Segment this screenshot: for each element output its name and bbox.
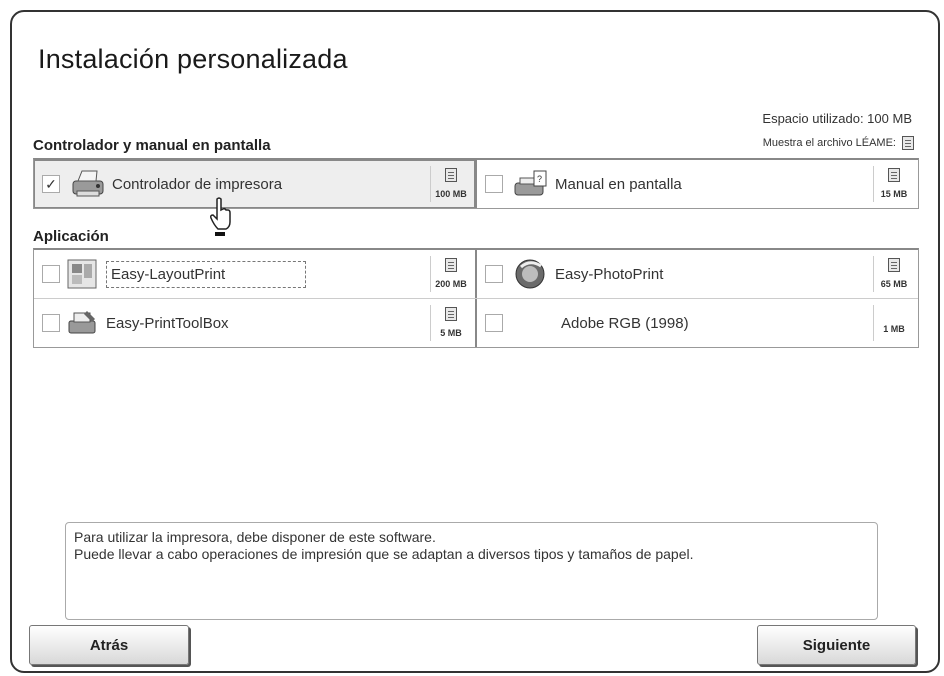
easy-photoprint-label: Easy-PhotoPrint xyxy=(555,265,664,283)
description-box: Para utilizar la impresora, debe dispone… xyxy=(65,522,878,620)
svg-text:?: ? xyxy=(537,174,542,184)
description-line-1: Para utilizar la impresora, debe dispone… xyxy=(74,529,436,545)
item-printer-driver[interactable]: ✓ Controlador de impresora 100 MB xyxy=(34,160,475,208)
photo-icon xyxy=(511,257,551,291)
readme-icon[interactable] xyxy=(445,258,457,272)
item-easy-layoutprint[interactable]: Easy-LayoutPrint 200 MB xyxy=(34,250,475,298)
printer-icon xyxy=(68,167,108,201)
item-onscreen-manual[interactable]: ? Manual en pantalla 15 MB xyxy=(475,160,918,208)
easy-photoprint-checkbox[interactable] xyxy=(485,265,503,283)
printer-driver-label: Controlador de impresora xyxy=(112,175,283,193)
printer-driver-checkbox[interactable]: ✓ xyxy=(42,175,60,193)
back-button[interactable]: Atrás xyxy=(29,625,189,665)
onscreen-manual-label: Manual en pantalla xyxy=(555,175,682,193)
onscreen-manual-size: 15 MB xyxy=(873,166,914,202)
section-title-apps: Aplicación xyxy=(33,228,109,245)
readme-icon[interactable] xyxy=(445,168,457,182)
next-button[interactable]: Siguiente xyxy=(757,625,916,665)
item-easy-printtoolbox[interactable]: Easy-PrintToolBox 5 MB xyxy=(34,299,475,347)
readme-icon[interactable] xyxy=(445,307,457,321)
readme-icon[interactable] xyxy=(888,168,900,182)
easy-printtoolbox-label: Easy-PrintToolBox xyxy=(106,314,229,332)
section-title-drivers: Controlador y manual en pantalla xyxy=(33,137,271,154)
adobe-rgb-checkbox[interactable] xyxy=(485,314,503,332)
easy-layoutprint-label: Easy-LayoutPrint xyxy=(106,260,307,288)
manual-printer-icon: ? xyxy=(511,167,551,201)
easy-layoutprint-size: 200 MB xyxy=(430,256,471,292)
adobe-rgb-label: Adobe RGB (1998) xyxy=(561,314,689,332)
printer-driver-size: 100 MB xyxy=(430,166,471,202)
hand-cursor-icon xyxy=(208,197,234,242)
item-adobe-rgb[interactable]: Adobe RGB (1998) 1 MB xyxy=(475,299,918,347)
layout-icon xyxy=(62,257,102,291)
page-title: Instalación personalizada xyxy=(38,44,348,74)
easy-photoprint-size: 65 MB xyxy=(873,256,914,292)
description-line-2: Puede llevar a cabo operaciones de impre… xyxy=(74,546,694,562)
space-used-label: Espacio utilizado: 100 MB xyxy=(762,111,912,126)
item-easy-photoprint[interactable]: Easy-PhotoPrint 65 MB xyxy=(475,250,918,298)
drivers-list: ✓ Controlador de impresora 100 MB ? Manu… xyxy=(33,158,919,209)
adobe-rgb-size: 1 MB xyxy=(873,305,914,341)
readme-legend: Muestra el archivo LÉAME: xyxy=(763,136,914,150)
easy-printtoolbox-checkbox[interactable] xyxy=(42,314,60,332)
document-icon xyxy=(902,136,914,150)
toolbox-icon xyxy=(62,306,102,340)
apps-list: Easy-LayoutPrint 200 MB Easy-PhotoPrint … xyxy=(33,248,919,348)
readme-icon[interactable] xyxy=(888,258,900,272)
easy-printtoolbox-size: 5 MB xyxy=(430,305,471,341)
onscreen-manual-checkbox[interactable] xyxy=(485,175,503,193)
readme-label: Muestra el archivo LÉAME: xyxy=(762,137,896,149)
easy-layoutprint-checkbox[interactable] xyxy=(42,265,60,283)
